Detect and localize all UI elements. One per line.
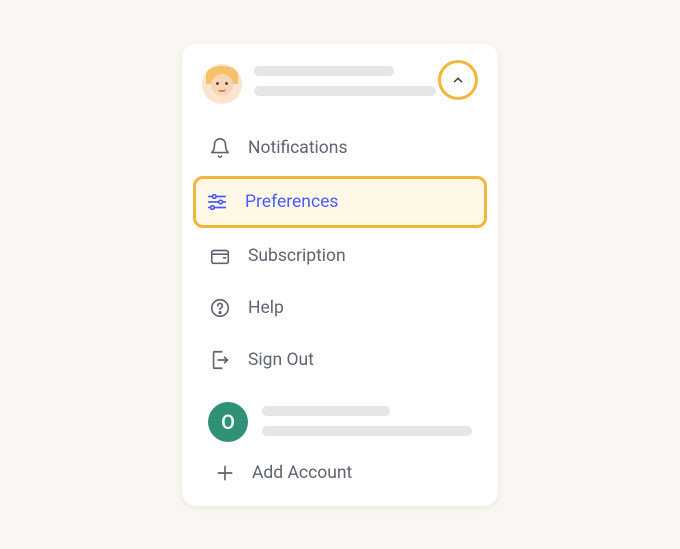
menu-item-help[interactable]: Help <box>196 282 484 334</box>
add-account-button[interactable]: Add Account <box>196 446 484 488</box>
menu-item-notifications[interactable]: Notifications <box>196 122 484 174</box>
add-account-label: Add Account <box>252 463 352 483</box>
account-menu-panel: Notifications Preferences Subscription H… <box>182 44 498 506</box>
collapse-button[interactable] <box>438 60 478 100</box>
profile-header[interactable] <box>190 60 490 114</box>
placeholder-line <box>254 66 394 76</box>
menu-item-label: Sign Out <box>248 350 314 370</box>
account-initial-badge: O <box>208 402 248 442</box>
chevron-up-icon <box>451 73 465 87</box>
menu-list: Notifications Preferences Subscription H… <box>190 114 490 488</box>
placeholder-line <box>254 86 436 96</box>
menu-item-subscription[interactable]: Subscription <box>196 230 484 282</box>
menu-item-label: Notifications <box>248 138 347 158</box>
secondary-account-placeholder <box>262 402 472 436</box>
menu-item-preferences[interactable]: Preferences <box>193 176 487 228</box>
wallet-icon <box>208 244 232 268</box>
secondary-account[interactable]: O <box>196 392 484 446</box>
placeholder-line <box>262 406 390 416</box>
help-icon <box>208 296 232 320</box>
bell-icon <box>208 136 232 160</box>
menu-item-label: Subscription <box>248 246 346 266</box>
account-initial: O <box>221 410 235 434</box>
avatar <box>202 64 242 104</box>
menu-item-signout[interactable]: Sign Out <box>196 334 484 386</box>
plus-icon <box>214 462 236 484</box>
menu-item-label: Preferences <box>245 192 338 212</box>
signout-icon <box>208 348 232 372</box>
sliders-icon <box>205 190 229 214</box>
menu-item-label: Help <box>248 298 284 318</box>
avatar-image <box>202 64 242 104</box>
placeholder-line <box>262 426 472 436</box>
